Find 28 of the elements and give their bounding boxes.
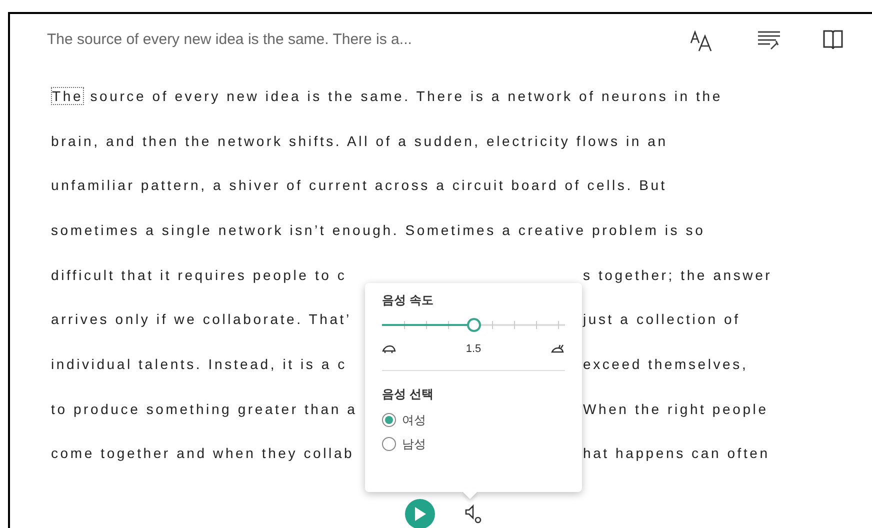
text-line: The source of every new idea is the same. There is a network of neurons in the (51, 86, 722, 107)
voice-heading: 음성 선택 (382, 386, 434, 402)
text-line: unfamiliar pattern, a shiver of current across a circuit board of cells. But (51, 176, 667, 196)
text-size-icon[interactable] (690, 28, 714, 52)
document-title: The source of every new idea is the same. There is a... (47, 30, 413, 50)
text-line: hat happens can often (583, 444, 770, 464)
text-line: difficult that it requires people to c (51, 266, 347, 283)
book-icon[interactable] (822, 29, 844, 51)
text-line: just a collection of (583, 310, 740, 330)
speed-heading: 음성 속도 (382, 292, 434, 309)
voice-radio[interactable]: 여성 (382, 410, 565, 428)
text-line: s together; the answer (583, 266, 772, 285)
text-line: individual talents. Instead, it is a c (51, 356, 347, 372)
text-options-icon[interactable] (756, 29, 782, 51)
text-line: brain, and then the network shifts. All of a sudden, electricity flows in an (51, 132, 668, 151)
voice-settings-icon[interactable] (464, 504, 482, 524)
play-icon (414, 507, 426, 521)
text-line: to produce something greater than a (51, 400, 358, 417)
speed-value: 1.5 (466, 342, 482, 357)
text-line: exceed themselves, (583, 354, 748, 374)
play-button[interactable] (405, 499, 435, 528)
text-line: come together and when they collab (51, 445, 354, 462)
turtle-icon (382, 345, 396, 354)
text-line: sometimes a single network isn’t enough. Sometimes a creative problem is so (51, 220, 706, 240)
speed-slider[interactable] (382, 317, 565, 333)
text-line: arrives only if we collaborate. That’ (51, 311, 352, 328)
text-line: When the right people (583, 400, 768, 419)
voice-radio[interactable]: 남성 (382, 434, 565, 452)
